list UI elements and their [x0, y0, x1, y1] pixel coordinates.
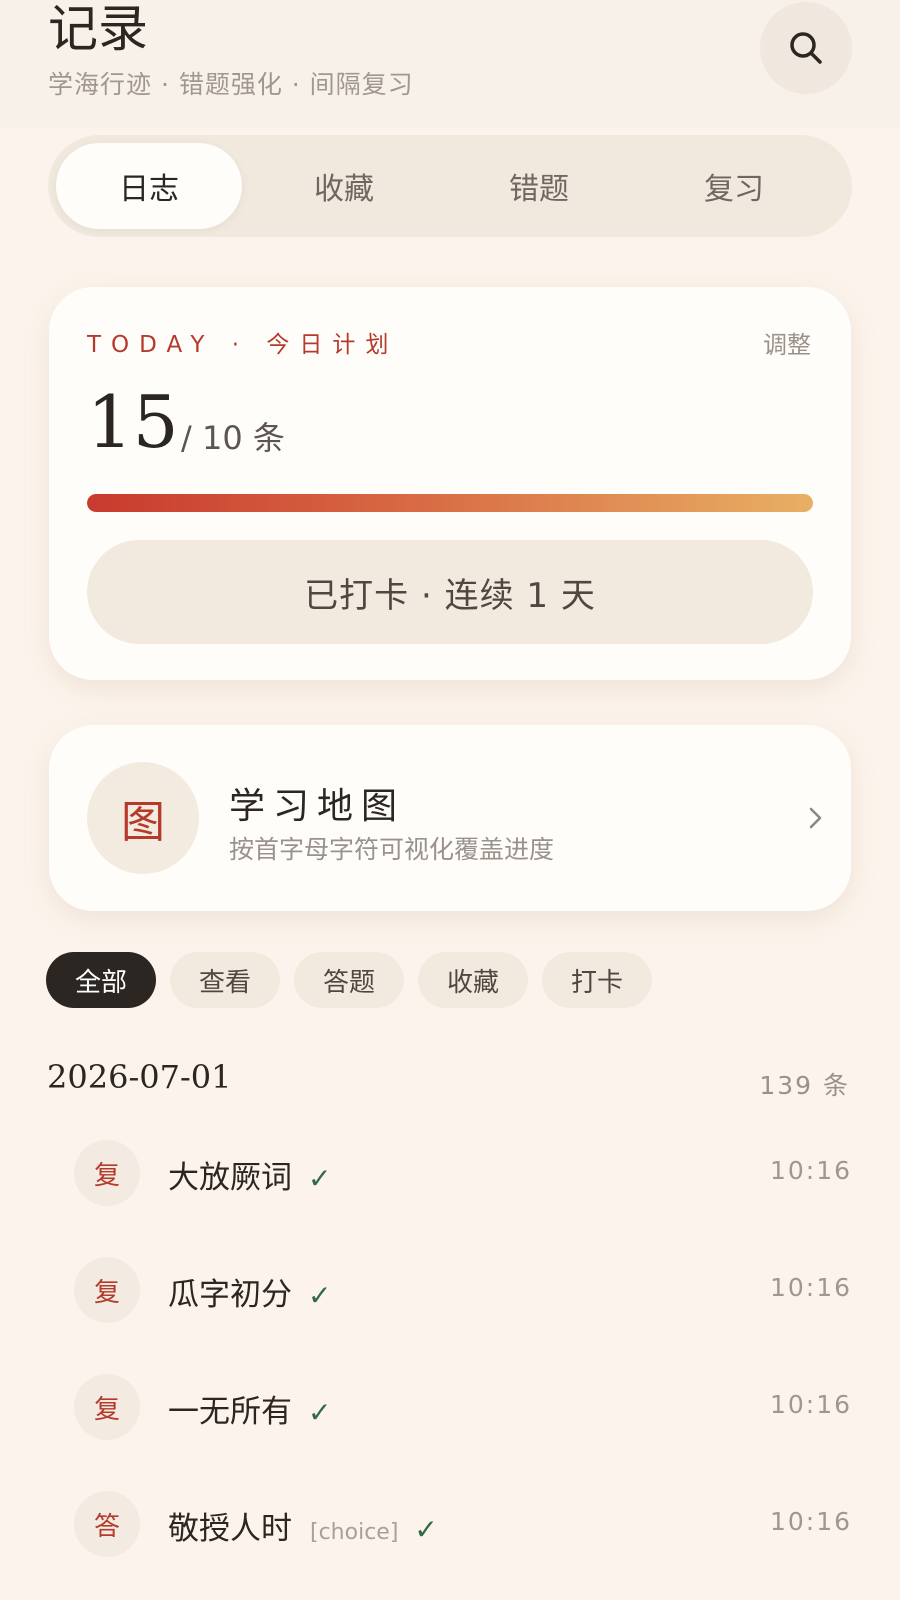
log-item[interactable]: 复 一无所有 ✓ 10:16	[0, 1374, 900, 1464]
adjust-button[interactable]: 调整	[763, 325, 811, 360]
log-item[interactable]: 答 敬授人时 [choice] ✓ 10:16	[0, 1491, 900, 1581]
filter-view[interactable]: 查看	[170, 952, 280, 1008]
tab-bar: 日志 收藏 错题 复习	[48, 135, 852, 237]
filter-favorite[interactable]: 收藏	[418, 952, 528, 1008]
tab-favorites[interactable]: 收藏	[251, 143, 437, 229]
search-icon	[790, 32, 822, 64]
check-icon: ✓	[308, 1162, 332, 1195]
checkin-button[interactable]: 已打卡 · 连续 1 天	[87, 540, 813, 644]
log-item-tag: [choice]	[310, 1520, 399, 1545]
header: 记录 学海行迹 · 错题强化 · 间隔复习	[0, 0, 900, 128]
tab-mistakes[interactable]: 错题	[446, 143, 632, 229]
plan-progress-bar	[87, 494, 813, 512]
map-title: 学习地图	[229, 786, 406, 827]
today-plan-card: TODAY · 今日计划 调整 15 / 10 条 已打卡 · 连续 1 天	[49, 287, 851, 680]
log-item-badge: 复	[74, 1374, 140, 1440]
log-item-badge: 复	[74, 1140, 140, 1206]
log-item-badge: 答	[74, 1491, 140, 1557]
tab-log[interactable]: 日志	[56, 143, 242, 229]
tab-review[interactable]: 复习	[641, 143, 827, 229]
log-item-time: 10:16	[769, 1273, 852, 1302]
chevron-right-icon	[809, 807, 822, 829]
log-item[interactable]: 复 大放厥词 ✓ 10:16	[0, 1140, 900, 1230]
filter-checkin[interactable]: 打卡	[542, 952, 652, 1008]
log-item[interactable]: 复 瓜字初分 ✓ 10:16	[0, 1257, 900, 1347]
plan-progress-fill	[87, 494, 813, 512]
check-icon: ✓	[308, 1396, 332, 1429]
plan-total: / 10 条	[181, 419, 285, 457]
check-icon: ✓	[414, 1513, 438, 1546]
check-icon: ✓	[308, 1279, 332, 1312]
page-title: 记录	[48, 0, 148, 58]
search-button[interactable]	[760, 2, 852, 94]
log-item-time: 10:16	[769, 1156, 852, 1185]
learning-map-card[interactable]: 图 学习地图 按首字母字符可视化覆盖进度	[49, 725, 851, 911]
log-item-time: 10:16	[769, 1507, 852, 1536]
log-item-badge: 复	[74, 1257, 140, 1323]
page-subtitle: 学海行迹 · 错题强化 · 间隔复习	[48, 70, 414, 99]
log-date: 2026-07-01	[47, 1058, 232, 1096]
log-item-time: 10:16	[769, 1390, 852, 1419]
log-item-text: 一无所有	[168, 1394, 292, 1430]
map-icon: 图	[87, 762, 199, 874]
log-item-text: 大放厥词	[168, 1160, 292, 1196]
filter-answer[interactable]: 答题	[294, 952, 404, 1008]
filter-all[interactable]: 全部	[46, 952, 156, 1008]
plan-count: 15	[87, 380, 179, 464]
plan-label: TODAY · 今日计划	[87, 332, 399, 358]
map-description: 按首字母字符可视化覆盖进度	[229, 835, 555, 864]
log-item-text: 敬授人时	[168, 1511, 292, 1547]
log-count: 139 条	[759, 1071, 850, 1100]
log-item-text: 瓜字初分	[168, 1277, 292, 1313]
